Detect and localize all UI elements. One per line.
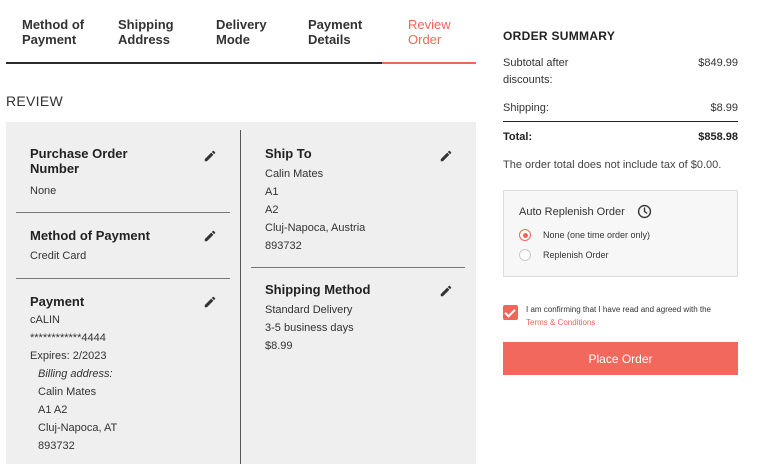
- ship-to-line1: A1: [265, 186, 279, 198]
- shipping-method-section: Shipping Method Standard Delivery 3-5 bu…: [265, 282, 455, 355]
- purchase-order-value: None: [30, 185, 57, 197]
- tax-note: The order total does not include tax of …: [503, 159, 722, 171]
- method-of-payment-value: Credit Card: [30, 250, 87, 262]
- shipping-method-duration: 3-5 business days: [265, 322, 354, 334]
- billing-address-label: Billing address:: [38, 368, 113, 380]
- place-order-button[interactable]: Place Order: [503, 342, 738, 375]
- steps-progress-line: [6, 62, 382, 64]
- divider: [16, 212, 230, 213]
- edit-payment-icon[interactable]: [203, 295, 217, 309]
- shipping-method-name: Standard Delivery: [265, 304, 353, 316]
- steps-active-line: [382, 62, 476, 64]
- edit-ship-to-icon[interactable]: [439, 149, 453, 163]
- payment-section: Payment cALIN ************4444 Expires: …: [30, 294, 220, 455]
- terms-conditions-link[interactable]: Terms & Conditions: [526, 318, 595, 327]
- step-label: Method of: [22, 17, 85, 32]
- step-label: Payment: [308, 17, 363, 32]
- payment-name: cALIN: [30, 314, 60, 326]
- auto-replenish-title: Auto Replenish Order: [519, 206, 625, 218]
- shipping-method-title: Shipping Method: [265, 282, 371, 297]
- shipping-method-price: $8.99: [265, 340, 293, 352]
- ship-to-title: Ship To: [265, 146, 312, 161]
- step-label: Payment: [22, 32, 77, 47]
- radio-unselected[interactable]: [519, 249, 531, 261]
- review-panel: Purchase Order Number None Method of Pay…: [6, 122, 476, 464]
- billing-zip: 893732: [38, 440, 75, 452]
- divider: [16, 278, 230, 279]
- billing-line: A1 A2: [38, 404, 68, 416]
- divider: [251, 267, 465, 268]
- billing-city: Cluj-Napoca, AT: [38, 422, 118, 434]
- summary-divider: [503, 121, 738, 122]
- step-label: Order: [408, 32, 442, 47]
- radio-selected[interactable]: [519, 229, 531, 241]
- billing-name: Calin Mates: [38, 386, 97, 398]
- shipping-value: $8.99: [710, 102, 738, 114]
- subtotal-label: Subtotal after discounts:: [503, 55, 613, 89]
- shipping-row: Shipping: $8.99: [503, 100, 738, 117]
- subtotal-label-line2: discounts:: [503, 74, 553, 86]
- review-title: REVIEW: [6, 93, 64, 109]
- edit-purchase-order-icon[interactable]: [203, 149, 217, 163]
- step-label: Shipping: [118, 17, 174, 32]
- terms-text: I am confirming that I have read and agr…: [526, 303, 741, 329]
- checkout-steps: Method of Payment Shipping Address Deliv…: [6, 0, 476, 64]
- ship-to-section: Ship To Calin Mates A1 A2 Cluj-Napoca, A…: [265, 146, 455, 255]
- step-label: Review: [408, 17, 451, 32]
- auto-replenish-box: Auto Replenish Order None (one time orde…: [503, 190, 738, 277]
- order-summary-title: ORDER SUMMARY: [503, 29, 616, 43]
- purchase-order-title: Purchase Order Number: [30, 146, 220, 176]
- step-label: Mode: [216, 32, 250, 47]
- method-of-payment-section: Method of Payment Credit Card: [30, 228, 220, 265]
- step-review-order[interactable]: Review Order: [408, 17, 451, 47]
- purchase-order-title-line2: Number: [30, 161, 80, 176]
- edit-method-of-payment-icon[interactable]: [203, 229, 217, 243]
- step-label: Address: [118, 32, 171, 47]
- replenish-option-label: None (one time order only): [543, 230, 651, 240]
- total-label: Total:: [503, 131, 533, 143]
- edit-shipping-method-icon[interactable]: [439, 284, 453, 298]
- payment-title: Payment: [30, 294, 85, 309]
- terms-statement: I am confirming that I have read and agr…: [526, 305, 711, 314]
- total-row: Total: $858.98: [503, 129, 738, 146]
- subtotal-label-line1: Subtotal after: [503, 57, 569, 69]
- payment-card-number: ************4444: [30, 332, 106, 344]
- step-delivery-mode[interactable]: Delivery Mode: [216, 17, 267, 47]
- ship-to-city: Cluj-Napoca, Austria: [265, 222, 366, 234]
- subtotal-value: $849.99: [698, 57, 738, 69]
- step-payment-details[interactable]: Payment Details: [308, 17, 362, 47]
- purchase-order-title-line1: Purchase Order: [30, 146, 128, 161]
- replenish-option-label: Replenish Order: [543, 250, 609, 260]
- purchase-order-section: Purchase Order Number None: [30, 146, 220, 200]
- step-label: Delivery: [216, 17, 267, 32]
- ship-to-zip: 893732: [265, 240, 302, 252]
- method-of-payment-title: Method of Payment: [30, 228, 150, 243]
- ship-to-name: Calin Mates: [265, 168, 324, 180]
- total-value: $858.98: [698, 131, 738, 143]
- step-shipping-address[interactable]: Shipping Address: [118, 17, 174, 47]
- shipping-label: Shipping:: [503, 102, 549, 114]
- subtotal-row: Subtotal after discounts: $849.99: [503, 55, 738, 89]
- column-divider: [240, 130, 241, 464]
- clock-icon: [637, 204, 652, 219]
- payment-expires: Expires: 2/2023: [30, 350, 107, 362]
- step-label: Details: [308, 32, 351, 47]
- ship-to-line2: A2: [265, 204, 279, 216]
- step-method-of-payment[interactable]: Method of Payment: [22, 17, 84, 47]
- terms-checkbox[interactable]: [503, 305, 518, 320]
